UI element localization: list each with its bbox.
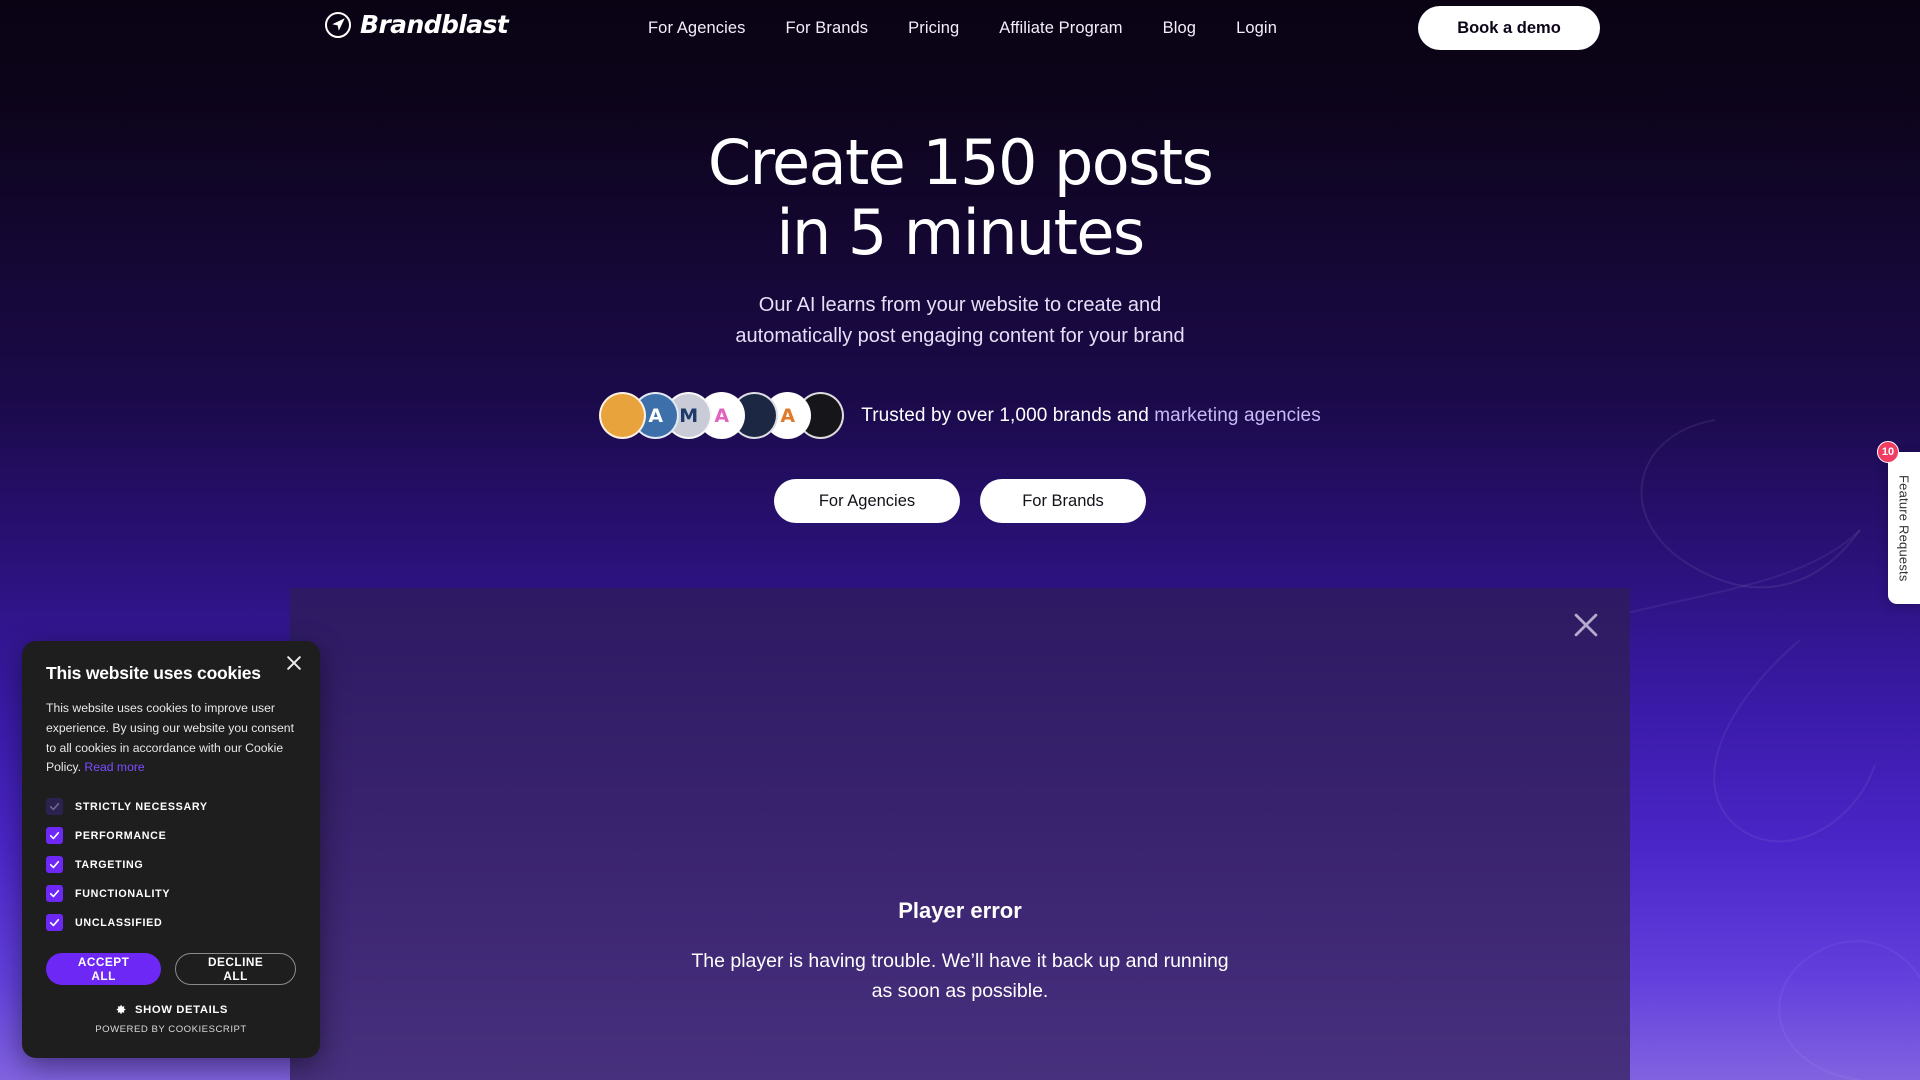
- headline-line-2: in 5 minutes: [776, 196, 1145, 270]
- cookie-category-label: STRICTLY NECESSARY: [75, 800, 208, 813]
- player-error-message: Player error The player is having troubl…: [290, 898, 1630, 1006]
- cookie-category-checkbox: [46, 798, 63, 816]
- hero-subheadline: Our AI learns from your website to creat…: [0, 290, 1920, 352]
- nav-item-affiliate[interactable]: Affiliate Program: [999, 19, 1122, 38]
- hero-cta-group: For Agencies For Brands: [0, 479, 1920, 523]
- main-navigation: Brandblast For Agencies For Brands Prici…: [0, 0, 1920, 56]
- cookie-button-group: ACCEPT ALL DECLINE ALL: [46, 953, 296, 986]
- nav-item-login[interactable]: Login: [1236, 19, 1277, 38]
- feature-requests-badge: 10: [1877, 441, 1899, 463]
- show-details-button[interactable]: SHOW DETAILS: [46, 1003, 296, 1016]
- cookie-description: This website uses cookies to improve use…: [46, 699, 296, 778]
- feature-requests-label: Feature Requests: [1896, 474, 1912, 582]
- cookie-category-label: UNCLASSIFIED: [75, 916, 163, 929]
- trusted-highlight: marketing agencies: [1154, 404, 1321, 426]
- nav-item-pricing[interactable]: Pricing: [908, 19, 959, 38]
- subhead-line-1: Our AI learns from your website to creat…: [758, 294, 1162, 316]
- cookie-title: This website uses cookies: [46, 663, 261, 683]
- player-error-line-1: The player is having trouble. We’ll have…: [691, 950, 1229, 972]
- nav-item-blog[interactable]: Blog: [1163, 19, 1196, 38]
- cookie-category-row: STRICTLY NECESSARY: [46, 798, 296, 816]
- paper-plane-circle-icon: [325, 11, 351, 38]
- cookie-powered-by: POWERED BY COOKIESCRIPT: [95, 1024, 247, 1036]
- cookie-read-more-link[interactable]: Read more: [84, 760, 144, 774]
- cookie-category-checkbox[interactable]: [46, 885, 63, 903]
- hero-headline: Create 150 posts in 5 minutes: [0, 126, 1920, 270]
- player-error-line-2: as soon as possible.: [871, 980, 1049, 1003]
- accept-all-button[interactable]: ACCEPT ALL: [46, 953, 162, 986]
- cookie-category-row: TARGETING: [46, 856, 296, 874]
- decline-all-button[interactable]: DECLINE ALL: [175, 953, 296, 986]
- cookie-category-row: PERFORMANCE: [46, 827, 296, 845]
- cookie-category-row: UNCLASSIFIED: [46, 914, 296, 932]
- cookie-category-label: TARGETING: [75, 858, 144, 871]
- page-root: Brandblast For Agencies For Brands Prici…: [0, 0, 1920, 1080]
- subhead-line-2: automatically post engaging content for …: [735, 325, 1185, 347]
- close-icon[interactable]: [1569, 608, 1603, 642]
- cookie-consent-banner: This website uses cookies This website u…: [22, 641, 320, 1058]
- feature-requests-tab[interactable]: 10 Feature Requests: [1877, 441, 1920, 604]
- trusted-prefix: Trusted by over 1,000 brands and: [861, 404, 1155, 426]
- cookie-category-checkbox[interactable]: [46, 856, 63, 874]
- trusted-by-row: AMAA Trusted by over 1,000 brands and ma…: [0, 392, 1920, 439]
- close-icon[interactable]: [284, 653, 304, 673]
- headline-line-1: Create 150 posts: [707, 126, 1214, 199]
- nav-item-for-brands[interactable]: For Brands: [786, 19, 869, 38]
- cookie-category-checkbox[interactable]: [46, 827, 63, 845]
- nav-links: For Agencies For Brands Pricing Affiliat…: [648, 0, 1277, 56]
- cookie-category-list: STRICTLY NECESSARY PERFORMANCE TARGETING FU…: [46, 798, 296, 932]
- brand-logo[interactable]: Brandblast: [325, 10, 509, 39]
- video-player-panel: Player error The player is having troubl…: [290, 588, 1630, 1080]
- cta-for-brands-button[interactable]: For Brands: [980, 479, 1146, 523]
- brand-name: Brandblast: [360, 10, 509, 39]
- trusted-by-text: Trusted by over 1,000 brands and marketi…: [861, 405, 1321, 427]
- avatar-group: AMAA: [599, 392, 845, 439]
- nav-item-for-agencies[interactable]: For Agencies: [648, 19, 746, 38]
- cookie-category-label: FUNCTIONALITY: [75, 887, 171, 900]
- avatar: [599, 392, 647, 439]
- gear-icon: [116, 1005, 126, 1014]
- book-a-demo-button[interactable]: Book a demo: [1418, 6, 1600, 50]
- cta-for-agencies-button[interactable]: For Agencies: [774, 479, 960, 523]
- cookie-category-checkbox[interactable]: [46, 914, 63, 932]
- cookie-category-label: PERFORMANCE: [75, 829, 167, 842]
- cookie-category-row: FUNCTIONALITY: [46, 885, 296, 903]
- player-error-title: Player error: [898, 898, 1022, 923]
- show-details-label: SHOW DETAILS: [135, 1003, 228, 1016]
